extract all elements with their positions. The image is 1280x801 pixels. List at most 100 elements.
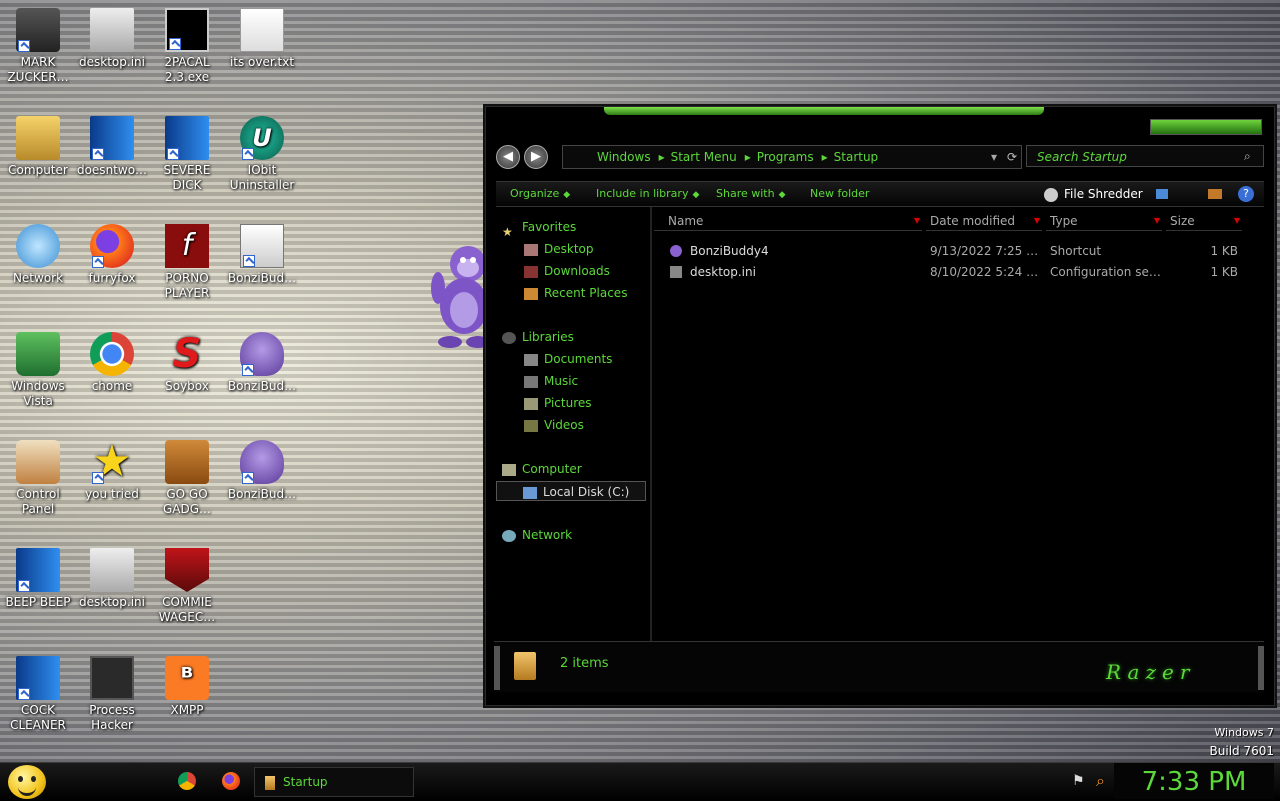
desktop-icon-go-go-gadget[interactable]: GO GO GADG… [149,440,225,517]
desktop-icon-severe[interactable]: SEVERE DICK [149,116,225,193]
desktop-icon-desktop-ini[interactable]: desktop.ini [74,8,150,70]
control-panel-icon [16,440,60,484]
briefcase-icon [165,440,209,484]
file-shredder-button[interactable]: File Shredder [1044,182,1143,206]
shredder-icon [1044,187,1058,202]
nav-music[interactable]: Music [524,371,578,391]
icon-label: Process Hacker [89,703,135,732]
computer-icon [502,463,516,476]
forward-button[interactable]: ▶ [524,145,548,169]
settings-file-icon [90,548,134,592]
address-dropdown-icon[interactable]: ▾ [991,146,997,168]
breadcrumb-windows[interactable]: Windows [597,150,651,164]
desktop-icon-mark-zuckerberg[interactable]: MARK ZUCKER… [0,8,76,85]
desktop-icon-control-panel[interactable]: Control Panel [0,440,76,517]
file-row[interactable]: desktop.ini 8/10/2022 5:24 … Configurati… [654,262,1254,282]
desktop-icon-2pacal[interactable]: 2PACAL 2.3.exe [149,8,225,85]
column-name[interactable]: Name ▼ [654,211,922,231]
desktop-icon-windows-vista[interactable]: Windows Vista [0,332,76,409]
address-bar[interactable]: Windows ▸ Start Menu ▸ Programs ▸ Startup ▾ ⟳ [562,145,1022,169]
nav-documents[interactable]: Documents [524,349,612,369]
column-type[interactable]: Type ▼ [1046,211,1162,231]
nav-local-disk[interactable]: Local Disk (C:) [496,481,646,501]
folder-icon [265,775,275,790]
start-button[interactable] [8,765,46,799]
nav-desktop[interactable]: Desktop [524,239,594,259]
refresh-icon[interactable]: ⟳ [1007,146,1017,168]
command-bar: Organize ◆ Include in library ◆ Share with… [496,181,1264,207]
desktop-icon-doesntwork[interactable]: doesntwo… [74,116,150,178]
window-controls[interactable] [1150,119,1262,135]
desktop-icon-iobit[interactable]: U IObit Uninstaller [224,116,300,193]
breadcrumb-startup[interactable]: Startup [834,150,879,164]
desktop-icon-chome[interactable]: chome [74,332,150,394]
desktop-icon-you-tried[interactable]: ★ you tried [74,440,150,502]
blue-book-icon [16,548,60,592]
organize-button[interactable]: Organize ◆ [510,182,570,207]
desktop-icon-bonzibuddy-1[interactable]: BonziBud… [224,224,300,286]
desktop-icon [524,243,538,256]
tray-bonzi-icon[interactable]: ⚑ [1072,773,1085,789]
nav-favorites[interactable]: ★ Favorites [502,217,576,239]
desktop-icon-computer[interactable]: Computer [0,116,76,178]
back-button[interactable]: ◀ [496,145,520,169]
breadcrumb-programs[interactable]: Programs [757,150,814,164]
nav-pictures[interactable]: Pictures [524,393,592,413]
desktop-icon-network[interactable]: Network [0,224,76,286]
firefox-icon[interactable] [222,772,240,790]
details-left-edge [494,646,500,690]
file-row[interactable]: BonziBuddy4 9/13/2022 7:25 … Shortcut 1 … [654,241,1254,261]
preview-pane-icon[interactable] [1208,189,1222,199]
nav-recent-places[interactable]: Recent Places [524,283,627,303]
icon-label: Soybox [165,379,209,393]
breadcrumb-start-menu[interactable]: Start Menu [671,150,737,164]
nav-network[interactable]: Network [502,525,572,545]
bonzi-shortcut-icon [670,245,682,257]
videos-icon [524,419,538,432]
new-folder-button[interactable]: New folder [810,182,869,206]
pane-splitter[interactable] [650,207,652,641]
nav-computer[interactable]: Computer [502,459,582,479]
icon-label: 2PACAL 2.3.exe [164,55,210,84]
help-icon[interactable]: ? [1238,186,1254,202]
desktop-icon-xmpp[interactable]: ᴮ XMPP [149,656,225,718]
desktop-icon-beep-beep[interactable]: BEEP BEEP [0,548,76,610]
desktop-icon-porno-player[interactable]: f PORNO PLAYER [149,224,225,301]
tray-search-icon[interactable]: ⌕ [1096,771,1105,791]
nav-videos[interactable]: Videos [524,415,584,435]
include-library-button[interactable]: Include in library ◆ [596,182,699,207]
column-date-modified[interactable]: Date modified ▼ [926,211,1042,231]
file-name: desktop.ini [690,265,756,279]
chrome-icon[interactable] [178,772,196,790]
item-count: 2 items [560,656,609,671]
desktop-icon-its-over[interactable]: its over.txt [224,8,300,70]
share-with-button[interactable]: Share with ◆ [716,182,786,207]
console-icon [165,8,209,52]
icon-label: desktop.ini [79,55,145,69]
xampp-icon: ᴮ [165,656,209,700]
desktop-icon-bonzibuddy-2[interactable]: BonziBud… [224,332,300,394]
icon-label: Computer [8,163,68,177]
search-icon[interactable]: ⌕ [1244,149,1251,164]
column-size[interactable]: Size ▼ [1166,211,1242,231]
nav-downloads[interactable]: Downloads [524,261,610,281]
desktop-icon-bonzibuddy-3[interactable]: BonziBud… [224,440,300,502]
desktop-icon-cock-cleaner[interactable]: COCK CLEANER [0,656,76,733]
desktop-icon-process-hacker[interactable]: Process Hacker [74,656,150,733]
details-right-edge [1258,646,1264,690]
blue-book-icon [165,116,209,160]
icon-label: COMMIE WAGEC… [158,595,216,624]
icon-label: BEEP BEEP [5,595,71,609]
blue-book-icon [90,116,134,160]
desktop-icon-desktop-ini-2[interactable]: desktop.ini [74,548,150,610]
nav-libraries[interactable]: Libraries [502,327,574,347]
desktop-icon-furryfox[interactable]: furryfox [74,224,150,286]
icon-label: GO GO GADG… [162,487,212,516]
desktop-icon-soybox[interactable]: S Soybox [149,332,225,394]
desktop-icon-commie[interactable]: COMMIE WAGEC… [149,548,225,625]
clock[interactable]: 7:33 PM [1114,763,1274,799]
taskbar-item-startup[interactable]: Startup [254,767,414,797]
search-input[interactable]: Search Startup [1026,145,1264,167]
view-options-icon[interactable] [1156,189,1168,199]
process-monitor-icon [90,656,134,700]
